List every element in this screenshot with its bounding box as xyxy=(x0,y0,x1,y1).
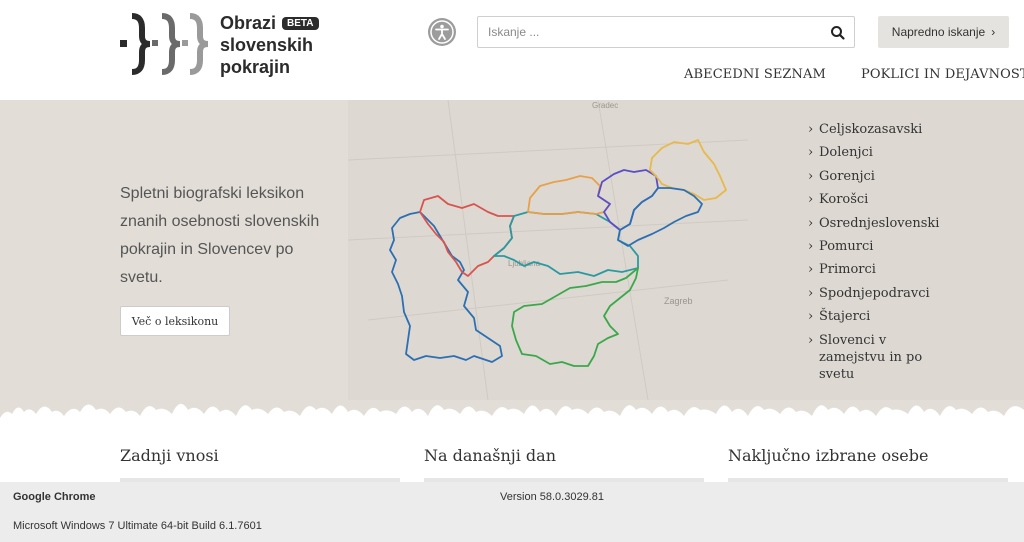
accessibility-icon xyxy=(430,20,454,44)
map-label-graz: Gradec xyxy=(592,101,618,110)
region-link-spodnjepodravci[interactable]: Spodnjepodravci xyxy=(808,285,948,302)
browser-version: Version 58.0.3029.81 xyxy=(500,491,604,503)
system-info-bar: Google Chrome Version 58.0.3029.81 Micro… xyxy=(0,482,1024,542)
crowd-silhouette xyxy=(0,403,1024,430)
advanced-search-label: Napredno iskanje xyxy=(891,25,986,39)
region-pomurci[interactable] xyxy=(649,139,727,201)
about-lexicon-button[interactable]: Več o leksikonu xyxy=(120,306,230,336)
logo-brackets-icon xyxy=(120,13,209,75)
region-link-korosci[interactable]: Korošci xyxy=(808,191,948,208)
region-spodnjepodravci[interactable] xyxy=(617,187,703,247)
site-header: Obrazi BETA slovenskih pokrajin Napredno … xyxy=(0,0,1024,100)
nav-professions[interactable]: POKLICI IN DEJAVNOSTI xyxy=(861,67,1024,82)
site-logo[interactable]: Obrazi BETA slovenskih pokrajin xyxy=(118,12,333,84)
advanced-search-button[interactable]: Napredno iskanje › xyxy=(878,16,1009,48)
accessibility-button[interactable] xyxy=(428,18,456,46)
hero-section: Gradec Ljubljana Zagreb Spletni biografs… xyxy=(0,100,1024,430)
section-title-latest: Zadnji vnosi xyxy=(120,446,219,465)
search-button[interactable] xyxy=(828,23,848,43)
logo-line-1: Obrazi xyxy=(220,13,277,33)
region-link-slovenci-v-zamejstvu[interactable]: Slovenci v zamejstvu in po svetu xyxy=(808,332,948,383)
region-link-celjskozasavski[interactable]: Celjskozasavski xyxy=(808,121,948,138)
logo-text: Obrazi BETA slovenskih pokrajin xyxy=(220,12,319,78)
region-link-stajerci[interactable]: Štajerci xyxy=(808,308,948,325)
region-dolenjci[interactable] xyxy=(511,267,639,367)
hero-description: Spletni biografski leksikon znanih osebn… xyxy=(120,185,320,286)
region-primorci[interactable] xyxy=(389,211,503,363)
chevron-right-icon: › xyxy=(991,25,996,39)
region-link-osrednjeslovenski[interactable]: Osrednjeslovenski xyxy=(808,215,948,232)
regions-map[interactable]: Gradec Ljubljana Zagreb xyxy=(348,100,748,400)
nav-alphabetical-list[interactable]: ABECEDNI SEZNAM xyxy=(684,67,826,82)
region-link-dolenjci[interactable]: Dolenjci xyxy=(808,144,948,161)
browser-name: Google Chrome xyxy=(13,491,96,503)
region-link-gorenjci[interactable]: Gorenjci xyxy=(808,168,948,185)
logo-line-2: slovenskih xyxy=(220,35,314,55)
section-title-random: Naključno izbrane osebe xyxy=(728,446,929,465)
search-icon xyxy=(831,26,845,40)
beta-badge: BETA xyxy=(282,17,319,30)
logo-line-3: pokrajin xyxy=(220,57,291,77)
os-info: Microsoft Windows 7 Ultimate 64-bit Buil… xyxy=(13,520,262,532)
region-link-pomurci[interactable]: Pomurci xyxy=(808,238,948,255)
search-input[interactable] xyxy=(478,17,818,47)
map-label-zagreb: Zagreb xyxy=(664,296,693,306)
search-box xyxy=(477,16,855,48)
region-list: Celjskozasavski Dolenjci Gorenjci Korošc… xyxy=(808,121,948,389)
section-title-today: Na današnji dan xyxy=(424,446,557,465)
content-sections: Zadnji vnosi Na današnji dan Naključno i… xyxy=(0,430,1024,482)
region-link-primorci[interactable]: Primorci xyxy=(808,261,948,278)
